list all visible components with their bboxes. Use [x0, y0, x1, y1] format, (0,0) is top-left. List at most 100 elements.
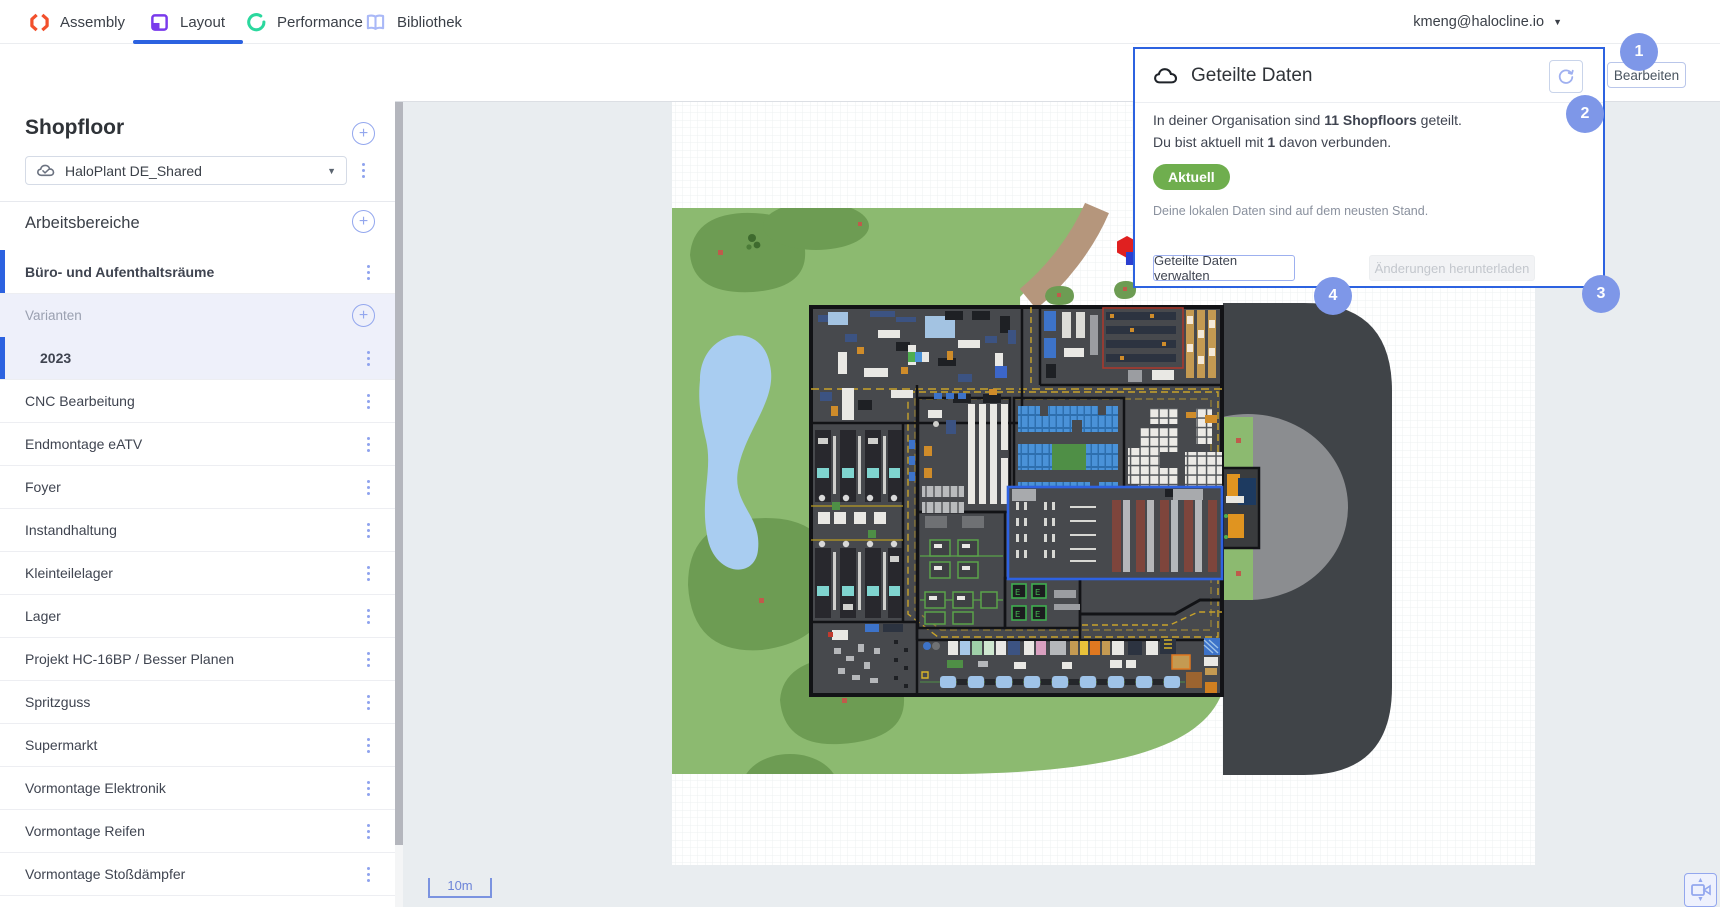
kebab-menu-icon[interactable] [361, 264, 375, 280]
sidebar-item-label: Vormontage Reifen [25, 823, 145, 839]
camera-view-button[interactable]: ▲ ▼ [1684, 873, 1717, 907]
shared-data-popup: Geteilte Daten In deiner Organisation si… [1133, 47, 1605, 288]
selection-bar [0, 337, 5, 379]
sidebar-item-label: Büro- und Aufenthaltsräume [25, 264, 214, 280]
kebab-menu-icon[interactable] [361, 780, 375, 796]
top-navigation-bar: Assembly Layout Performance Bibliothek k… [0, 0, 1720, 44]
sidebar-item-label: Vormontage Elektronik [25, 780, 166, 796]
kebab-menu-icon[interactable] [361, 694, 375, 710]
sidebar-item-area[interactable]: Supermarkt [0, 724, 395, 767]
popup-header: Geteilte Daten [1135, 49, 1603, 103]
shopfloor-select[interactable]: HaloPlant DE_Shared ▼ [25, 156, 347, 185]
tab-label: Performance [277, 14, 363, 31]
edit-label: Bearbeiten [1614, 68, 1679, 83]
shopfloor-heading: Shopfloor [25, 116, 124, 140]
chevron-down-icon: ▼ [1697, 897, 1704, 902]
sidebar-item-area[interactable]: Foyer [0, 466, 395, 509]
kebab-menu-icon[interactable] [361, 866, 375, 882]
sidebar-item-variant-2023[interactable]: 2023 [0, 337, 395, 380]
svg-text:E: E [1015, 588, 1020, 598]
kebab-menu-icon[interactable] [361, 522, 375, 538]
popup-title: Geteilte Daten [1191, 65, 1312, 87]
sidebar-item-label: Instandhaltung [25, 522, 117, 538]
kebab-menu-icon[interactable] [361, 737, 375, 753]
sidebar-item-area[interactable]: Vormontage Stoßdämpfer [0, 853, 395, 896]
kebab-menu-icon[interactable] [361, 823, 375, 839]
user-menu[interactable]: kmeng@halocline.io ▼ [1413, 0, 1562, 44]
selected-room[interactable] [1008, 487, 1222, 579]
tab-layout[interactable]: Layout [150, 0, 225, 44]
refresh-button[interactable] [1549, 60, 1583, 93]
sidebar-item-selected-area[interactable]: Büro- und Aufenthaltsräume [0, 250, 395, 294]
chevron-down-icon: ▼ [1553, 17, 1562, 27]
status-badge: Aktuell [1153, 164, 1230, 190]
kebab-menu-icon[interactable] [361, 393, 375, 409]
shopfloor-selected-value: HaloPlant DE_Shared [65, 163, 202, 179]
performance-icon [247, 13, 266, 32]
sidebar-item-label: Projekt HC-16BP / Besser Planen [25, 651, 234, 667]
tab-label: Bibliothek [397, 14, 462, 31]
kebab-menu-icon[interactable] [361, 350, 375, 366]
kebab-menu-icon[interactable] [361, 608, 375, 624]
tab-label: Assembly [60, 14, 125, 31]
sidebar-item-area[interactable]: Projekt HC-16BP / Besser Planen [0, 638, 395, 681]
area-list: CNC Bearbeitung Endmontage eATV Foyer In… [0, 380, 395, 896]
sidebar-item-label: Vormontage Stoßdämpfer [25, 866, 185, 882]
kebab-menu-icon[interactable] [361, 436, 375, 452]
sidebar-item-area[interactable]: Kleinteilelager [0, 552, 395, 595]
refresh-icon [1557, 68, 1575, 86]
status-text: Deine lokalen Daten sind auf dem neusten… [1153, 204, 1428, 218]
variant-label: 2023 [40, 350, 71, 366]
sidebar-item-area[interactable]: CNC Bearbeitung [0, 380, 395, 423]
sidebar-item-area[interactable]: Vormontage Elektronik [0, 767, 395, 810]
add-variant-button[interactable]: + [352, 304, 375, 327]
download-changes-button[interactable]: Änderungen herunterladen [1369, 255, 1535, 281]
shopfloor-kebab-icon[interactable] [356, 162, 370, 178]
sidebar: Shopfloor + HaloPlant DE_Shared ▼ Arbeit… [0, 102, 395, 907]
download-label: Änderungen herunterladen [1375, 261, 1530, 276]
sidebar-item-area[interactable]: Spritzguss [0, 681, 395, 724]
factory-building[interactable]: E E E E [811, 307, 1222, 695]
camera-icon [1691, 883, 1711, 897]
svg-text:E: E [1035, 610, 1040, 620]
kebab-menu-icon[interactable] [361, 479, 375, 495]
popup-line2: Du bist aktuell mit 1 davon verbunden. [1153, 134, 1391, 150]
layout-icon [150, 13, 169, 32]
scrollbar-thumb[interactable] [395, 102, 403, 845]
sidebar-item-area[interactable]: Lager [0, 595, 395, 638]
book-icon [365, 13, 386, 32]
svg-text:E: E [1035, 588, 1040, 598]
popup-line1: In deiner Organisation sind 11 Shopfloor… [1153, 112, 1462, 128]
sidebar-item-label: Supermarkt [25, 737, 97, 753]
active-tab-underline [133, 40, 243, 44]
sidebar-item-label: Lager [25, 608, 61, 624]
user-email: kmeng@halocline.io [1413, 14, 1544, 30]
annotation-badge-4: 4 [1314, 277, 1352, 315]
annotation-badge-3: 3 [1582, 275, 1620, 313]
selection-bar [0, 250, 5, 293]
tab-bibliothek[interactable]: Bibliothek [365, 0, 462, 44]
cloud-check-icon [36, 163, 56, 178]
add-area-button[interactable]: + [352, 210, 375, 233]
svg-text:E: E [1015, 610, 1020, 620]
manage-shared-data-button[interactable]: Geteilte Daten verwalten [1153, 255, 1295, 281]
cloud-icon [1153, 66, 1179, 86]
tab-performance[interactable]: Performance [247, 0, 363, 44]
sidebar-scrollbar[interactable] [395, 102, 403, 907]
tab-assembly[interactable]: Assembly [30, 0, 125, 44]
kebab-menu-icon[interactable] [361, 651, 375, 667]
sidebar-item-label: Foyer [25, 479, 61, 495]
map-scale: 10m [428, 878, 492, 898]
sidebar-item-label: CNC Bearbeitung [25, 393, 135, 409]
sidebar-item-area[interactable]: Instandhaltung [0, 509, 395, 552]
tab-label: Layout [180, 14, 225, 31]
assembly-icon [30, 13, 49, 32]
chevron-down-icon: ▼ [327, 166, 336, 176]
sidebar-item-area[interactable]: Endmontage eATV [0, 423, 395, 466]
variants-subheading: Varianten + [0, 294, 395, 337]
add-shopfloor-button[interactable]: + [352, 122, 375, 145]
kebab-menu-icon[interactable] [361, 565, 375, 581]
annotation-badge-2: 2 [1566, 95, 1604, 133]
annotation-badge-1: 1 [1620, 33, 1658, 71]
sidebar-item-area[interactable]: Vormontage Reifen [0, 810, 395, 853]
